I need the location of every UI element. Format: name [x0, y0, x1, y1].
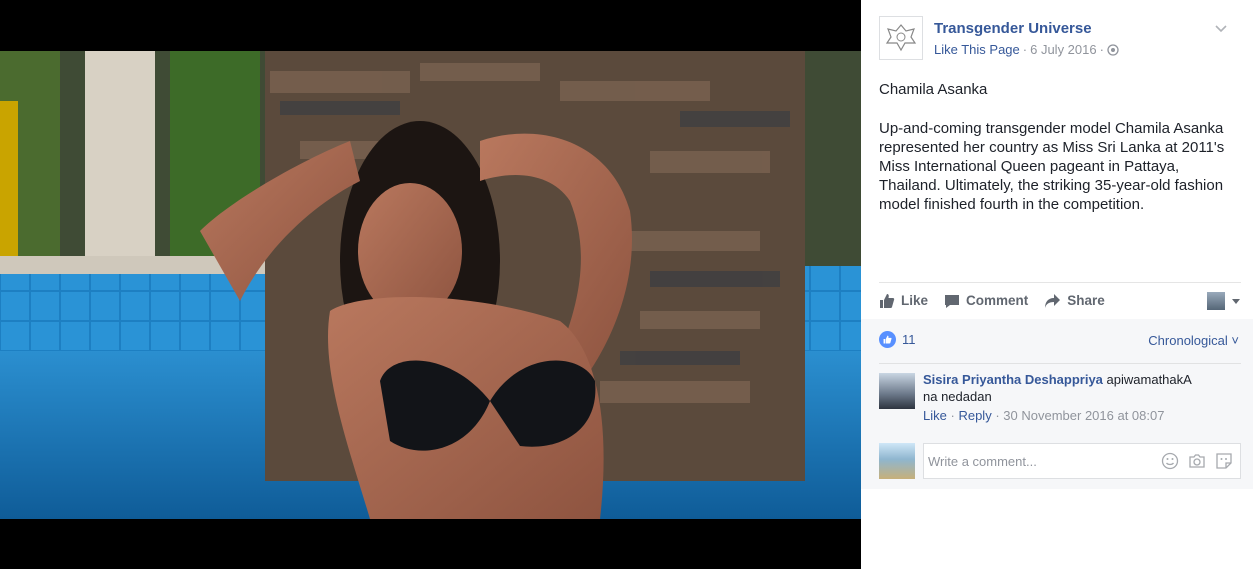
post-panel: Transgender Universe Like This Page · 6 …: [861, 0, 1253, 569]
comments-section: 11 Chronological ˅ Sisira Priyantha Desh…: [861, 319, 1253, 489]
reaction-count: 11: [902, 332, 916, 347]
reactions-summary[interactable]: 11: [879, 331, 916, 348]
page-name-link[interactable]: Transgender Universe: [934, 20, 1092, 37]
share-icon: [1045, 293, 1061, 308]
post-body: Up-and-coming transgender model Chamila …: [879, 120, 1225, 213]
meta-separator: ·: [995, 408, 1000, 423]
caret-down-icon: ˅: [1231, 333, 1239, 348]
comment-text: Sisira Priyantha Deshappriya apiwamathak…: [923, 371, 1193, 405]
comment-order-dropdown[interactable]: Chronological ˅: [1148, 333, 1239, 348]
share-button-label: Share: [1067, 293, 1105, 308]
chevron-down-icon[interactable]: [1213, 20, 1229, 36]
action-bar: Like Comment Share: [879, 282, 1241, 318]
photo-viewer: [0, 0, 861, 569]
caret-down-icon: [1232, 298, 1240, 304]
thumbs-up-icon: [883, 335, 892, 344]
crest-icon: [885, 24, 917, 52]
post-header: Transgender Universe Like This Page · 6 …: [879, 16, 1239, 64]
globe-icon[interactable]: [1107, 43, 1119, 56]
comment-timestamp[interactable]: 30 November 2016 at 08:07: [1003, 408, 1164, 423]
post-date[interactable]: 6 July 2016: [1030, 42, 1097, 57]
comment-button-label: Comment: [966, 293, 1029, 308]
comment-author[interactable]: Sisira Priyantha Deshappriya: [923, 372, 1103, 387]
share-button[interactable]: Share: [1044, 293, 1105, 309]
post-title: Chamila Asanka: [879, 81, 988, 98]
divider: [879, 363, 1241, 364]
comment-button[interactable]: Comment: [944, 293, 1028, 309]
like-reaction-icon: [879, 331, 896, 348]
like-page-link[interactable]: Like This Page: [934, 42, 1020, 57]
comment-order-label: Chronological: [1148, 333, 1228, 348]
emoji-icon[interactable]: [1161, 452, 1179, 470]
thumbs-up-icon: [880, 293, 895, 308]
my-avatar: [879, 443, 915, 479]
comment-icon: [945, 294, 960, 308]
comment-meta: Like · Reply · 30 November 2016 at 08:07: [923, 408, 1164, 423]
comment-like-link[interactable]: Like: [923, 408, 947, 423]
comment-reply-link[interactable]: Reply: [958, 408, 991, 423]
camera-icon[interactable]: [1188, 452, 1206, 470]
viewer-avatar: [1207, 291, 1225, 310]
composer-icons: [1161, 452, 1233, 470]
post-photo[interactable]: [0, 51, 861, 519]
meta-separator: ·: [1022, 42, 1028, 57]
meta-separator: ·: [950, 408, 955, 423]
commenter-avatar[interactable]: [879, 373, 915, 409]
like-button-label: Like: [901, 293, 929, 308]
sticker-icon[interactable]: [1215, 452, 1233, 470]
post-meta: Like This Page · 6 July 2016 ·: [934, 42, 1119, 57]
like-button[interactable]: Like: [879, 293, 928, 309]
page-avatar[interactable]: [879, 16, 923, 60]
photo-illustration: [0, 51, 861, 519]
post-as-selector[interactable]: [1207, 291, 1241, 310]
meta-separator: ·: [1099, 42, 1104, 57]
comment-composer: [879, 443, 1241, 479]
